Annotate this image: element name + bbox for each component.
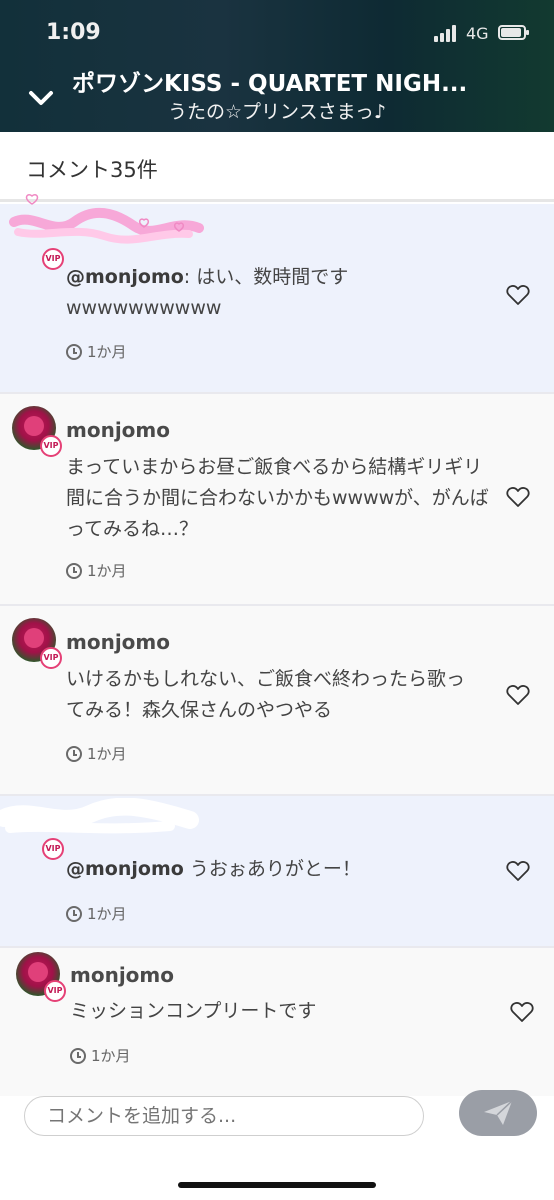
clock-icon [66, 906, 82, 922]
heart-icon[interactable] [506, 486, 530, 508]
comment-item: VIP monjomo いけるかもしれない、ご飯食べ終わったら歌ってみる！森久保… [0, 606, 554, 796]
mention-link[interactable]: @monjomo [66, 266, 184, 288]
comment-text: @monjomo うおぉありがとー！ [66, 858, 361, 880]
comment-time: 1か月 [66, 560, 127, 581]
comment-text: ミッションコンプリートです [70, 1000, 317, 1022]
clock-icon [66, 344, 82, 360]
mention-link[interactable]: @monjomo [66, 858, 184, 880]
comment-time: 1か月 [66, 903, 127, 924]
comment-item: VIP monjomo まっていまからお昼ご飯食べるから結構ギリギリ間に合うか間… [0, 394, 554, 606]
heart-icon[interactable] [510, 1001, 534, 1023]
comment-item: VIP @monjomo うおぉありがとー！ 1か月 [0, 796, 554, 948]
send-button[interactable] [459, 1090, 537, 1136]
redacted-username-scribble [9, 193, 204, 244]
redacted-username-scribble [0, 798, 199, 834]
comment-time: 1か月 [70, 1045, 131, 1066]
vip-badge: VIP [40, 435, 62, 457]
comment-count: コメント35件 [26, 158, 158, 182]
song-title: ポワゾンKISS - QUARTET NIGH... [72, 71, 468, 97]
status-time: 1:09 [46, 20, 101, 45]
status-bar: 1:09 4G [0, 0, 554, 62]
clock-icon [70, 1048, 86, 1064]
home-indicator [178, 1182, 376, 1188]
heart-icon[interactable] [506, 284, 530, 306]
comment-time: 1か月 [66, 341, 127, 362]
network-type: 4G [466, 24, 489, 43]
clock-icon [66, 563, 82, 579]
comment-text: まっていまからお昼ご飯食べるから結構ギリギリ間に合うか間に合わないかかもwwww… [66, 456, 489, 540]
battery-icon [498, 25, 529, 40]
comment-input[interactable] [24, 1096, 424, 1136]
clock-icon [66, 746, 82, 762]
comment-input-bar [0, 1090, 554, 1200]
comment-username[interactable]: monjomo [66, 630, 170, 654]
comment-text: いけるかもしれない、ご飯食べ終わったら歌ってみる！森久保さんのやつやる [66, 668, 466, 721]
paper-plane-icon [484, 1100, 513, 1125]
chevron-down-icon[interactable] [28, 85, 54, 111]
vip-badge: VIP [44, 980, 66, 1002]
song-subtitle: うたの☆プリンスさまっ♪ [167, 101, 387, 123]
app-header: 1:09 4G ポワゾンKISS - QUARTET NIGH... うたの☆プ… [0, 0, 554, 132]
signal-icon [434, 24, 460, 42]
comment-username[interactable]: monjomo [66, 418, 170, 442]
comment-item: VIP @monjomo: はい、数時間です wwwwwwwwww 1か月 [0, 193, 554, 394]
comment-text: @monjomo: はい、数時間です wwwwwwwwww [66, 266, 349, 319]
vip-badge: VIP [42, 248, 64, 270]
battery-level [501, 28, 521, 37]
vip-badge: VIP [40, 647, 62, 669]
vip-badge: VIP [42, 838, 64, 860]
comment-item: VIP monjomo ミッションコンプリートです 1か月 [0, 948, 554, 1096]
heart-icon[interactable] [506, 684, 530, 706]
comment-time: 1か月 [66, 743, 127, 764]
comment-username[interactable]: monjomo [70, 963, 174, 987]
heart-icon[interactable] [506, 860, 530, 882]
